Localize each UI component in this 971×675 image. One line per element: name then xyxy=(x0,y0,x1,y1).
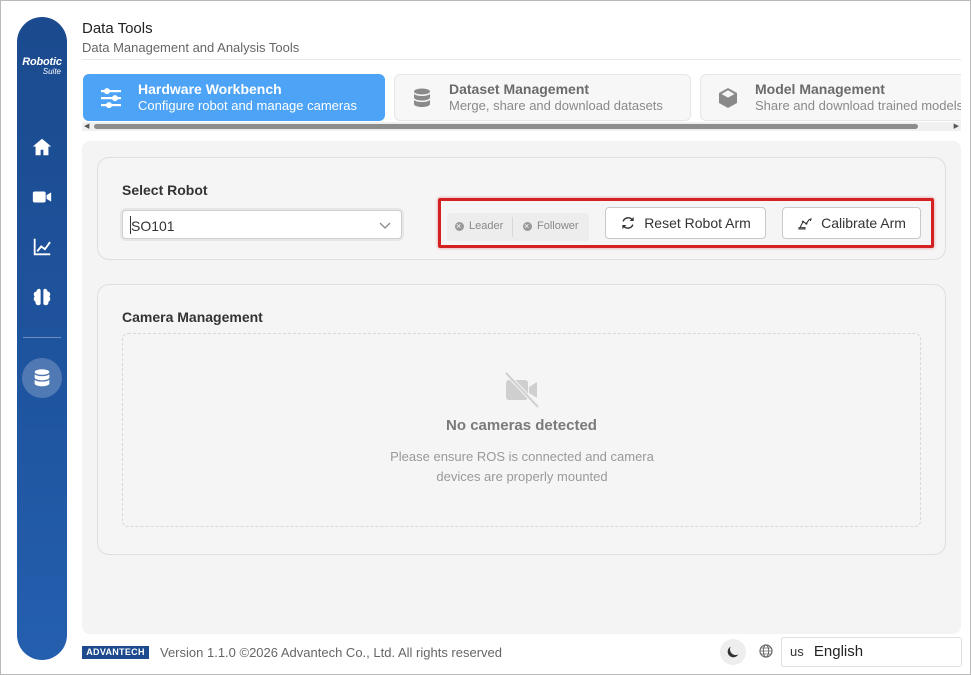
tab-title: Dataset Management xyxy=(449,81,590,97)
tab-subtitle: Configure robot and manage cameras xyxy=(138,98,357,113)
theme-toggle-button[interactable] xyxy=(720,639,746,665)
tab-scrollbar[interactable]: ◀ ▶ xyxy=(82,122,961,131)
camera-section-title: Camera Management xyxy=(122,309,263,325)
connection-status-group: Leader Follower xyxy=(447,213,589,241)
disconnected-icon xyxy=(455,219,464,233)
leader-status: Leader xyxy=(455,219,504,233)
reset-robot-arm-button[interactable]: Reset Robot Arm xyxy=(605,207,766,239)
robot-select-value: SO101 xyxy=(131,218,175,234)
follower-status-label: Follower xyxy=(537,220,579,232)
tab-title: Model Management xyxy=(755,81,885,97)
sidebar-item-database[interactable] xyxy=(22,358,62,398)
robot-select[interactable]: SO101 xyxy=(122,210,402,239)
flag-icon: us xyxy=(790,644,804,659)
database-icon xyxy=(34,369,50,387)
tab-dataset-management[interactable]: Dataset Management Merge, share and down… xyxy=(394,74,691,121)
page-title: Data Tools xyxy=(82,20,153,37)
cube-icon xyxy=(714,84,742,112)
camera-off-icon xyxy=(504,371,540,409)
sidebar-item-home[interactable] xyxy=(22,127,62,167)
sidebar-item-brain[interactable] xyxy=(22,277,62,317)
reset-robot-arm-label: Reset Robot Arm xyxy=(644,215,751,231)
empty-state-title: No cameras detected xyxy=(446,417,597,434)
disconnected-icon xyxy=(523,219,532,233)
robot-section-title: Select Robot xyxy=(122,182,208,198)
scroll-left-icon[interactable]: ◀ xyxy=(84,122,89,131)
status-divider xyxy=(512,217,513,237)
empty-state-line: devices are properly mounted xyxy=(436,469,608,484)
leader-status-label: Leader xyxy=(469,220,504,232)
video-icon xyxy=(32,191,52,203)
chevron-down-icon xyxy=(379,222,391,229)
empty-state-message: Please ensure ROS is connected and camer… xyxy=(382,447,662,487)
robot-arm-icon xyxy=(798,218,812,230)
app-window: Robotic Suite Data Tools Data Management… xyxy=(0,0,971,675)
tab-bar: Hardware Workbench Configure robot and m… xyxy=(82,73,961,123)
calibrate-arm-button[interactable]: Calibrate Arm xyxy=(782,207,921,239)
sidebar-divider xyxy=(23,337,61,338)
tab-subtitle: Share and download trained models xyxy=(755,98,961,113)
version-text: Version 1.1.0 ©2026 Advantech Co., Ltd. … xyxy=(160,645,503,660)
header-divider xyxy=(82,59,961,60)
globe-icon xyxy=(759,644,773,658)
sidebar-item-chart[interactable] xyxy=(22,227,62,267)
refresh-icon xyxy=(622,217,634,229)
app-logo: Robotic Suite xyxy=(22,56,62,76)
follower-status: Follower xyxy=(523,219,579,233)
calibrate-arm-label: Calibrate Arm xyxy=(821,215,906,231)
scroll-right-icon[interactable]: ▶ xyxy=(954,122,959,131)
scrollbar-thumb[interactable] xyxy=(94,124,918,129)
language-label: English xyxy=(813,643,864,660)
language-select[interactable]: us English xyxy=(781,637,962,667)
home-icon xyxy=(32,138,52,156)
sidebar: Robotic Suite xyxy=(17,17,67,660)
moon-icon xyxy=(727,646,739,658)
advantech-logo: ADVANTECH xyxy=(82,646,149,659)
database-icon xyxy=(408,84,436,112)
brain-icon xyxy=(33,288,51,306)
page-subtitle: Data Management and Analysis Tools xyxy=(82,40,300,55)
sliders-icon xyxy=(97,84,125,112)
tab-hardware-workbench[interactable]: Hardware Workbench Configure robot and m… xyxy=(83,74,385,121)
sidebar-item-video[interactable] xyxy=(22,177,62,217)
tab-subtitle: Merge, share and download datasets xyxy=(449,98,663,113)
tab-model-management[interactable]: Model Management Share and download trai… xyxy=(700,74,961,121)
tab-title: Hardware Workbench xyxy=(138,81,282,97)
empty-state-line: Please ensure ROS is connected and camer… xyxy=(390,449,654,464)
chart-icon xyxy=(33,238,51,256)
